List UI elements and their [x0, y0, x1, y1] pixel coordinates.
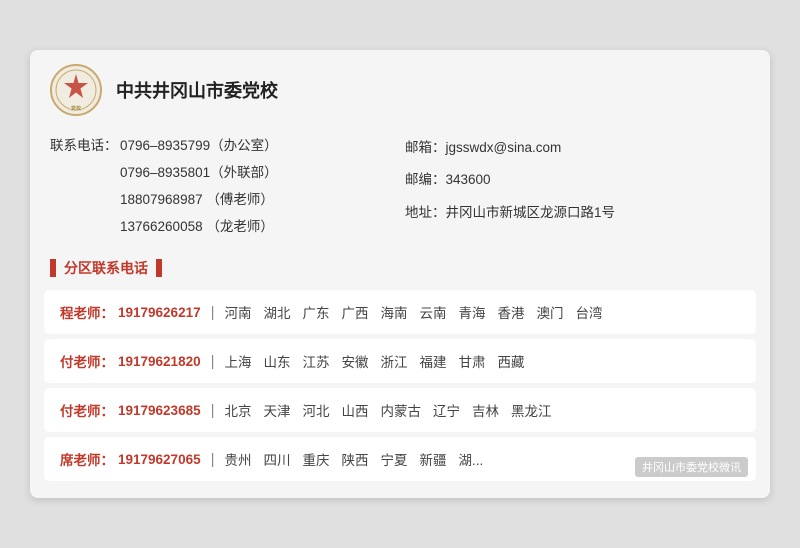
contact-phone-row-3: 18807968987 （傅老师）	[50, 186, 395, 213]
area: 四川	[264, 449, 291, 469]
area: 河北	[303, 400, 330, 420]
area: 重庆	[303, 449, 330, 469]
separator-3: |	[211, 451, 215, 468]
area: 山西	[342, 400, 369, 420]
contact-phone-row-1: 联系电话： 0796–8935799（办公室）	[50, 132, 395, 159]
teacher-1: 付老师：	[60, 351, 114, 371]
area: 陕西	[342, 449, 369, 469]
area: 澳门	[537, 302, 564, 322]
teacher-3: 席老师：	[60, 449, 114, 469]
area: 山东	[264, 351, 291, 371]
area: 湖...	[459, 449, 484, 469]
phone-region-1: 19179621820	[118, 354, 201, 369]
region-block-3: 席老师： 19179627065 | 贵州 四川 重庆 陕西 宁夏 新疆 湖..…	[44, 437, 756, 481]
area: 香港	[498, 302, 525, 322]
phone-region-0: 19179626217	[118, 305, 201, 320]
phone-3: 18807968987 （傅老师）	[120, 186, 274, 213]
area: 西藏	[498, 351, 525, 371]
area: 台湾	[576, 302, 603, 322]
region-block-1: 付老师： 19179621820 | 上海 山东 江苏 安徽 浙江 福建 甘肃 …	[44, 339, 756, 383]
region-block-0: 程老师： 19179626217 | 河南 湖北 广东 广西 海南 云南 青海 …	[44, 290, 756, 334]
teacher-0: 程老师：	[60, 302, 114, 322]
watermark: 井冈山市委党校微讯	[635, 457, 748, 477]
contact-grid: 联系电话： 0796–8935799（办公室） 0796–8935801（外联部…	[30, 126, 770, 252]
area: 天津	[264, 400, 291, 420]
area: 宁夏	[381, 449, 408, 469]
phone-region-3: 19179627065	[118, 452, 201, 467]
area: 上海	[225, 351, 252, 371]
phone-4: 13766260058 （龙老师）	[120, 213, 274, 240]
area: 福建	[420, 351, 447, 371]
contact-left: 联系电话： 0796–8935799（办公室） 0796–8935801（外联部…	[50, 132, 395, 240]
area: 浙江	[381, 351, 408, 371]
separator-0: |	[211, 304, 215, 321]
areas-2: 北京 天津 河北 山西 内蒙古 辽宁 吉林 黑龙江	[225, 400, 552, 420]
area: 海南	[381, 302, 408, 322]
area: 吉林	[472, 400, 499, 420]
main-card: 党校 中共井冈山市委党校 联系电话： 0796–8935799（办公室） 079…	[30, 50, 770, 498]
section-divider: 分区联系电话	[30, 252, 770, 284]
region-block-2: 付老师： 19179623685 | 北京 天津 河北 山西 内蒙古 辽宁 吉林…	[44, 388, 756, 432]
address-row: 地址：井冈山市新城区龙源口路1号	[405, 197, 750, 229]
logo: 党校	[50, 64, 102, 116]
area: 辽宁	[433, 400, 460, 420]
area: 北京	[225, 400, 252, 420]
area: 安徽	[342, 351, 369, 371]
area: 新疆	[420, 449, 447, 469]
divider-bar-left	[50, 259, 56, 277]
area: 江苏	[303, 351, 330, 371]
phone-2: 0796–8935801（外联部）	[120, 159, 278, 186]
page-title: 中共井冈山市委党校	[116, 77, 278, 103]
area: 甘肃	[459, 351, 486, 371]
area: 贵州	[225, 449, 252, 469]
area: 云南	[420, 302, 447, 322]
areas-0: 河南 湖北 广东 广西 海南 云南 青海 香港 澳门 台湾	[225, 302, 603, 322]
areas-3: 贵州 四川 重庆 陕西 宁夏 新疆 湖...	[225, 449, 484, 469]
areas-1: 上海 山东 江苏 安徽 浙江 福建 甘肃 西藏	[225, 351, 525, 371]
phone-region-2: 19179623685	[118, 403, 201, 418]
area: 湖北	[264, 302, 291, 322]
area: 广西	[342, 302, 369, 322]
svg-text:党校: 党校	[71, 105, 81, 112]
contact-phone-row-2: 0796–8935801（外联部）	[50, 159, 395, 186]
section-title: 分区联系电话	[64, 258, 148, 278]
divider-bar-right	[156, 259, 162, 277]
teacher-2: 付老师：	[60, 400, 114, 420]
phone-1: 0796–8935799（办公室）	[120, 132, 278, 159]
header-section: 党校 中共井冈山市委党校	[30, 50, 770, 126]
postcode-row: 邮编：343600	[405, 164, 750, 196]
phone-label: 联系电话：	[50, 132, 120, 159]
email-row: 邮箱：jgsswdx@sina.com	[405, 132, 750, 164]
separator-1: |	[211, 353, 215, 370]
contact-right: 邮箱：jgsswdx@sina.com 邮编：343600 地址：井冈山市新城区…	[395, 132, 750, 240]
area: 河南	[225, 302, 252, 322]
contact-phone-row-4: 13766260058 （龙老师）	[50, 213, 395, 240]
area: 内蒙古	[381, 400, 422, 420]
area: 青海	[459, 302, 486, 322]
separator-2: |	[211, 402, 215, 419]
area: 广东	[303, 302, 330, 322]
area: 黑龙江	[511, 400, 552, 420]
